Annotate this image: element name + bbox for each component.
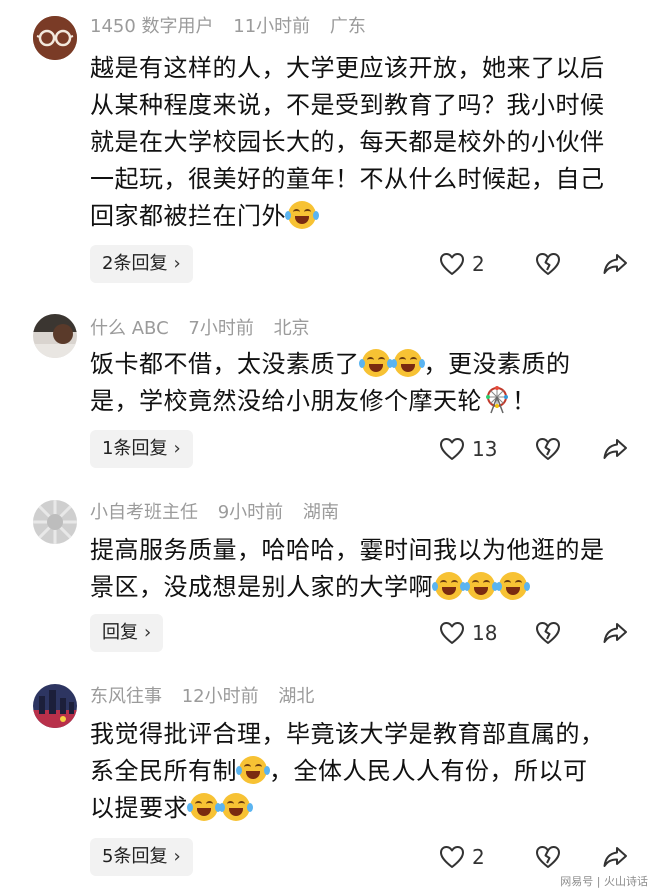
comment-actions: 13 bbox=[438, 430, 638, 468]
username[interactable]: 1450 数字用户 bbox=[90, 16, 214, 37]
reply-button[interactable]: 回复 › bbox=[90, 614, 164, 652]
avatar-photo-icon bbox=[33, 314, 77, 358]
comment-location: 北京 bbox=[273, 318, 310, 339]
glasses-avatar-icon bbox=[33, 16, 77, 60]
avatar[interactable] bbox=[33, 684, 77, 728]
comment-location: 广东 bbox=[329, 16, 366, 37]
comment-line: 就是在大学校园长大的，每天都是校外的小伙伴 bbox=[90, 128, 605, 156]
laughing-tears-emoji-icon bbox=[432, 572, 466, 600]
comment-meta: 1450 数字用户 11小时前 广东 bbox=[90, 16, 366, 38]
chevron-right-icon: › bbox=[173, 438, 181, 459]
avatar[interactable] bbox=[33, 16, 77, 60]
chevron-right-icon: › bbox=[173, 253, 181, 274]
comment-line: 提高服务质量，哈哈哈，霎时间我以为他逛的是 bbox=[90, 536, 605, 564]
laughing-tears-emoji-icon bbox=[496, 572, 530, 600]
broken-heart-icon[interactable] bbox=[534, 435, 562, 463]
avatar-pattern-icon bbox=[33, 500, 77, 544]
comment-line: 从某种程度来说，不是受到教育了吗？我小时候 bbox=[90, 91, 605, 119]
laughing-tears-emoji-icon bbox=[187, 793, 221, 821]
heart-outline-icon bbox=[440, 438, 464, 460]
heart-outline-icon bbox=[440, 253, 464, 275]
comment-time: 9小时前 bbox=[217, 502, 284, 523]
comment-text: 饭卡都不借，太没素质了 ，更没素质的 是，学校竟然没给小朋友修个摩天轮 ！ bbox=[90, 346, 640, 420]
comment-meta: 什么 ABC 7小时前 北京 bbox=[90, 318, 310, 340]
comment-line: ，全体人民人人有份，所以可 bbox=[269, 757, 588, 785]
laughing-tears-emoji-icon bbox=[390, 349, 425, 377]
broken-heart-icon[interactable] bbox=[534, 843, 562, 871]
avatar[interactable] bbox=[33, 500, 77, 544]
share-arrow-icon[interactable] bbox=[601, 843, 629, 871]
comment-line: 以提要求 bbox=[90, 794, 188, 822]
replies-label: 5条回复 bbox=[102, 846, 168, 867]
comment-time: 7小时前 bbox=[188, 318, 254, 339]
username[interactable]: 什么 ABC bbox=[90, 318, 169, 339]
watermark: 网易号 | 火山诗话 bbox=[560, 875, 648, 888]
comment-meta: 小自考班主任 9小时前 湖南 bbox=[90, 502, 339, 524]
share-arrow-icon[interactable] bbox=[601, 619, 629, 647]
view-replies-button[interactable]: 5条回复 › bbox=[90, 838, 193, 876]
comment-time: 11小时前 bbox=[233, 16, 311, 37]
comment-location: 湖南 bbox=[302, 502, 339, 523]
comment-line: 景区，没成想是别人家的大学啊 bbox=[90, 573, 433, 601]
replies-label: 2条回复 bbox=[102, 253, 168, 274]
like-button[interactable]: 13 bbox=[438, 430, 497, 468]
view-replies-button[interactable]: 1条回复 › bbox=[90, 430, 193, 468]
comment-actions: 2 bbox=[438, 838, 638, 876]
heart-outline-icon bbox=[440, 622, 464, 644]
laughing-tears-emoji-icon bbox=[358, 349, 393, 377]
comment-line: 一起玩，很美好的童年！不从什么时候起，自己 bbox=[90, 165, 605, 193]
like-count: 13 bbox=[472, 437, 498, 461]
username[interactable]: 小自考班主任 bbox=[90, 502, 198, 523]
avatar[interactable] bbox=[33, 314, 77, 358]
heart-outline-icon bbox=[440, 846, 464, 868]
comment-time: 12小时前 bbox=[181, 686, 259, 707]
chevron-right-icon: › bbox=[173, 846, 181, 867]
comment-line: ，更没素质的 bbox=[423, 350, 571, 378]
share-arrow-icon[interactable] bbox=[601, 435, 629, 463]
comment-location: 湖北 bbox=[278, 686, 315, 707]
like-count: 2 bbox=[472, 252, 485, 276]
like-button[interactable]: 2 bbox=[438, 838, 485, 876]
comment-line: 越是有这样的人，大学更应该开放，她来了以后 bbox=[90, 54, 605, 82]
avatar-cityscape-icon bbox=[33, 684, 77, 728]
comment-text: 提高服务质量，哈哈哈，霎时间我以为他逛的是 景区，没成想是别人家的大学啊 bbox=[90, 532, 640, 606]
broken-heart-icon[interactable] bbox=[534, 619, 562, 647]
share-arrow-icon[interactable] bbox=[601, 250, 629, 278]
comment-line: ！ bbox=[512, 387, 537, 415]
chevron-right-icon: › bbox=[144, 622, 152, 643]
laughing-tears-emoji-icon bbox=[464, 572, 498, 600]
comment-line: 饭卡都不借，太没素质了 bbox=[90, 350, 360, 378]
comment-line: 回家都被拦在门外 bbox=[90, 202, 286, 230]
comment-actions: 2 bbox=[438, 245, 638, 283]
replies-label: 回复 bbox=[102, 622, 138, 643]
laughing-tears-emoji-icon bbox=[236, 756, 270, 784]
comment-text: 越是有这样的人，大学更应该开放，她来了以后 从某种程度来说，不是受到教育了吗？我… bbox=[90, 50, 640, 235]
like-count: 2 bbox=[472, 845, 485, 869]
comment-meta: 东风往事 12小时前 湖北 bbox=[90, 686, 314, 708]
comment-text: 我觉得批评合理，毕竟该大学是教育部直属的， 系全民所有制 ，全体人民人人有份，所以… bbox=[90, 716, 640, 827]
ferris-wheel-emoji-icon bbox=[486, 386, 508, 414]
like-button[interactable]: 2 bbox=[438, 245, 485, 283]
comment-line: 系全民所有制 bbox=[90, 757, 237, 785]
broken-heart-icon[interactable] bbox=[534, 250, 562, 278]
comment-line: 我觉得批评合理，毕竟该大学是教育部直属的， bbox=[90, 720, 605, 748]
like-button[interactable]: 18 bbox=[438, 614, 497, 652]
like-count: 18 bbox=[472, 621, 498, 645]
laughing-tears-emoji-icon bbox=[285, 201, 319, 229]
laughing-tears-emoji-icon bbox=[219, 793, 253, 821]
comment-actions: 18 bbox=[438, 614, 638, 652]
username[interactable]: 东风往事 bbox=[90, 686, 162, 707]
replies-label: 1条回复 bbox=[102, 438, 168, 459]
view-replies-button[interactable]: 2条回复 › bbox=[90, 245, 193, 283]
comment-line: 是，学校竟然没给小朋友修个摩天轮 bbox=[90, 387, 482, 415]
